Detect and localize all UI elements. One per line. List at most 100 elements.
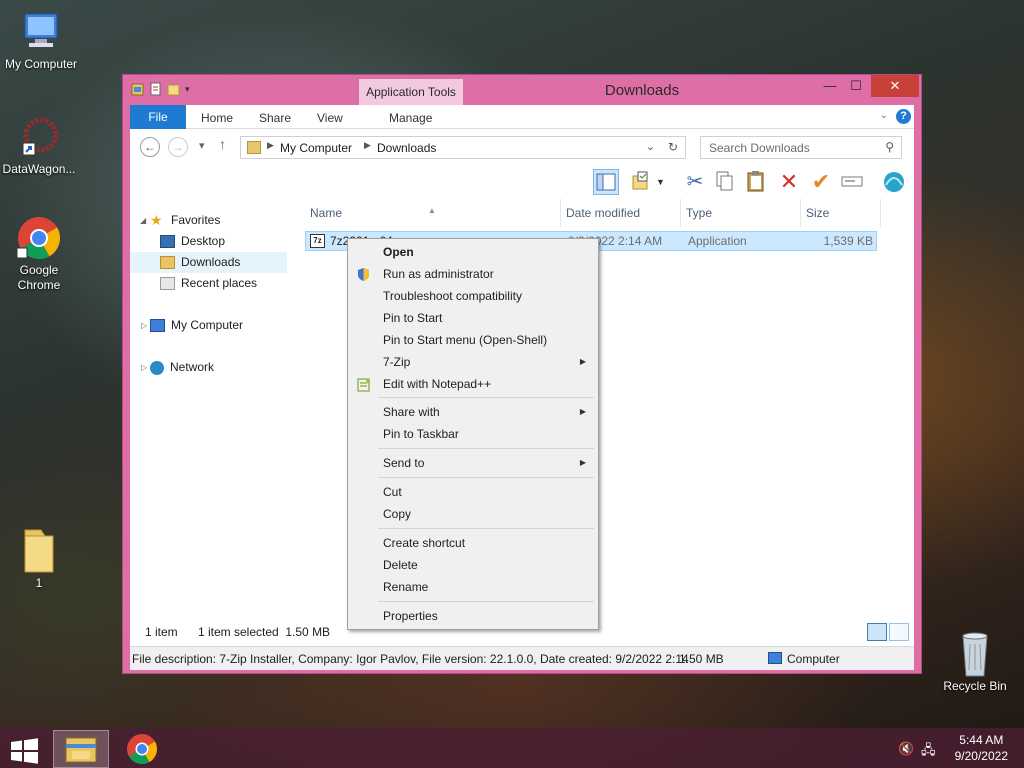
menu-item-open[interactable]: Open	[350, 241, 596, 263]
computer-icon	[768, 652, 782, 664]
forward-button[interactable]: →	[168, 137, 188, 157]
status-location: Computer	[787, 652, 840, 666]
uac-shield-icon	[356, 267, 371, 282]
taskbar-clock[interactable]: 5:44 AM 9/20/2022	[955, 732, 1008, 764]
menu-item-pin-to-taskbar[interactable]: Pin to Taskbar	[350, 423, 596, 445]
column-header-size[interactable]: Size	[801, 199, 881, 227]
menu-item-copy[interactable]: Copy	[350, 503, 596, 525]
close-button[interactable]: ✕	[871, 75, 919, 97]
chevron-down-icon[interactable]: ⌄	[880, 110, 888, 121]
menu-item-create-shortcut[interactable]: Create shortcut	[350, 532, 596, 554]
nav-item-downloads[interactable]: Downloads	[130, 252, 287, 273]
windows-logo-icon	[11, 738, 38, 764]
delete-icon[interactable]: ✕	[776, 169, 802, 195]
menu-item-delete[interactable]: Delete	[350, 554, 596, 576]
nav-item-network[interactable]: Network	[150, 357, 214, 378]
desktop-icon-datawagon[interactable]: DataWagon...	[0, 115, 80, 177]
column-header-label: Date modified	[566, 206, 641, 220]
menu-item-send-to[interactable]: Send to ▶	[350, 452, 596, 474]
desktop-icon-my-computer[interactable]: My Computer	[0, 10, 82, 72]
menu-separator	[378, 528, 594, 529]
nav-item-desktop[interactable]: Desktop	[160, 231, 225, 252]
back-button[interactable]: ←	[140, 137, 160, 157]
chevron-down-icon[interactable]: ⌄	[646, 140, 655, 153]
preview-pane-button[interactable]	[593, 169, 619, 195]
file-size: 1,539 KB	[823, 234, 873, 248]
nav-item-my-computer[interactable]: My Computer	[150, 315, 243, 336]
menu-item-properties[interactable]: Properties	[350, 605, 596, 627]
breadcrumb-downloads[interactable]: Downloads	[377, 141, 436, 155]
tab-file[interactable]: File	[130, 105, 186, 129]
title-bar[interactable]: ▾ Application Tools Downloads — ☐ ✕	[123, 75, 921, 105]
clock-date: 9/20/2022	[954, 749, 1008, 763]
search-input[interactable]: Search Downloads ⚲	[700, 136, 902, 159]
menu-item-label: Share with	[383, 405, 440, 419]
downloads-folder-icon	[160, 256, 175, 270]
taskbar: 🔇 🖧 5:44 AM 9/20/2022	[0, 728, 1024, 768]
menu-item-edit-with-notepadpp[interactable]: Edit with Notepad++	[350, 373, 596, 395]
volume-muted-icon[interactable]: 🔇	[898, 741, 914, 757]
rename-icon[interactable]	[840, 169, 866, 195]
column-header-name[interactable]: Name ▲	[305, 199, 561, 227]
tab-view[interactable]: View	[317, 105, 343, 129]
star-icon: ★	[150, 212, 163, 229]
menu-item-run-as-administrator[interactable]: Run as administrator	[350, 263, 596, 285]
copy-icon[interactable]	[712, 169, 738, 195]
large-icons-view-button[interactable]	[889, 623, 909, 641]
breadcrumb-separator[interactable]: ▶	[364, 140, 371, 151]
selection-info: 1 item selected 1.50 MB	[198, 625, 331, 639]
menu-item-7zip[interactable]: 7-Zip ▶	[350, 351, 596, 373]
desktop-icon-folder-1[interactable]: 1	[0, 526, 80, 591]
folder-options-icon[interactable]	[629, 169, 655, 195]
paste-icon[interactable]	[744, 169, 770, 195]
minimize-button[interactable]: —	[817, 75, 843, 97]
tab-manage[interactable]: Manage	[389, 105, 432, 129]
nav-item-label: Favorites	[171, 213, 221, 227]
recent-locations-dropdown[interactable]: ▾	[199, 139, 205, 152]
column-header-label: Size	[806, 206, 830, 220]
navigation-bar: ← → ▾ ↑ ▶ My Computer ▶ Downloads ⌄ ↻ Se…	[130, 129, 914, 165]
breadcrumb-separator[interactable]: ▶	[267, 140, 274, 151]
computer-icon	[19, 10, 63, 54]
network-icon	[150, 360, 164, 375]
address-bar[interactable]: ▶ My Computer ▶ Downloads ⌄ ↻	[240, 136, 686, 159]
taskbar-google-chrome[interactable]	[114, 730, 170, 768]
expand-arrow-icon[interactable]: ◢	[140, 216, 146, 225]
toolbar: ▼ ✂ ✕ ✔	[130, 165, 914, 199]
menu-item-pin-to-start-menu[interactable]: Pin to Start menu (Open-Shell)	[350, 329, 596, 351]
nav-item-favorites[interactable]: ★ Favorites	[150, 210, 220, 231]
menu-item-troubleshoot-compatibility[interactable]: Troubleshoot compatibility	[350, 285, 596, 307]
file-type: Application	[688, 234, 747, 248]
expand-arrow-icon[interactable]: ▷	[141, 321, 147, 330]
submenu-arrow-icon: ▶	[579, 407, 586, 416]
details-view-button[interactable]	[867, 623, 887, 641]
up-button[interactable]: ↑	[219, 136, 226, 152]
cut-icon[interactable]: ✂	[682, 169, 708, 195]
checkmark-icon[interactable]: ✔	[808, 169, 834, 195]
window-title: Downloads	[604, 82, 680, 99]
tab-home[interactable]: Home	[201, 105, 233, 129]
expand-arrow-icon[interactable]: ▷	[141, 363, 147, 372]
maximize-button[interactable]: ☐	[843, 75, 869, 97]
search-icon[interactable]: ⚲	[885, 140, 894, 154]
submenu-arrow-icon: ▶	[579, 357, 586, 366]
column-header-date[interactable]: Date modified	[561, 199, 681, 227]
help-icon[interactable]: ?	[896, 109, 911, 124]
taskbar-file-explorer[interactable]	[53, 730, 109, 768]
start-button[interactable]	[0, 730, 48, 768]
menu-item-label: Run as administrator	[383, 267, 494, 281]
desktop-icon-recycle-bin[interactable]: Recycle Bin	[934, 632, 1016, 694]
shell-icon[interactable]	[882, 169, 908, 195]
menu-item-rename[interactable]: Rename	[350, 576, 596, 598]
refresh-icon[interactable]: ↻	[668, 140, 678, 154]
menu-item-cut[interactable]: Cut	[350, 481, 596, 503]
column-header-type[interactable]: Type	[681, 199, 801, 227]
nav-item-recent-places[interactable]: Recent places	[160, 273, 257, 294]
chevron-down-icon[interactable]: ▼	[656, 169, 668, 195]
desktop-icon-google-chrome[interactable]: Google Chrome	[0, 216, 80, 293]
breadcrumb-my-computer[interactable]: My Computer	[280, 141, 352, 155]
tab-share[interactable]: Share	[259, 105, 291, 129]
menu-item-pin-to-start[interactable]: Pin to Start	[350, 307, 596, 329]
network-icon[interactable]: 🖧	[921, 741, 936, 763]
menu-item-share-with[interactable]: Share with ▶	[350, 401, 596, 423]
